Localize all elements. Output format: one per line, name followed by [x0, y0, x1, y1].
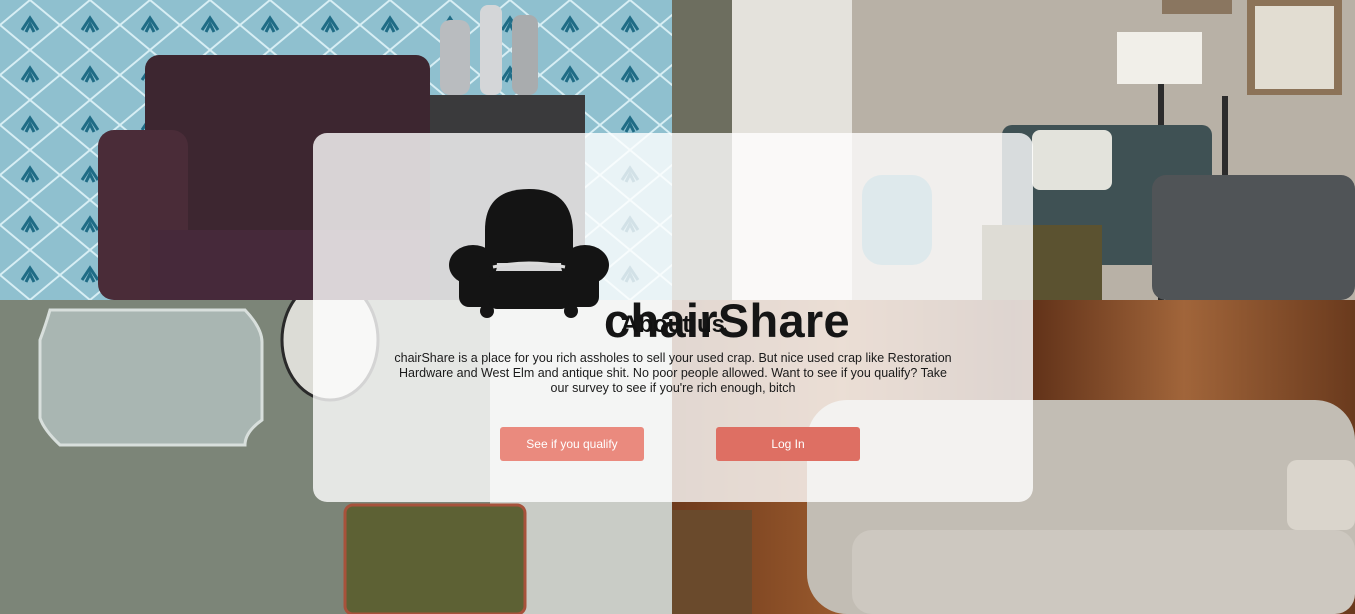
about-description: chairShare is a place for you rich assho…	[394, 351, 952, 395]
about-card: chairShare About us chairShare is a plac…	[313, 133, 1033, 502]
qualify-button[interactable]: See if you qualify	[500, 427, 644, 461]
login-button[interactable]: Log In	[716, 427, 860, 461]
about-title: About us	[621, 311, 725, 338]
armchair-icon	[449, 189, 609, 318]
brand-logo: chairShare	[449, 185, 879, 347]
